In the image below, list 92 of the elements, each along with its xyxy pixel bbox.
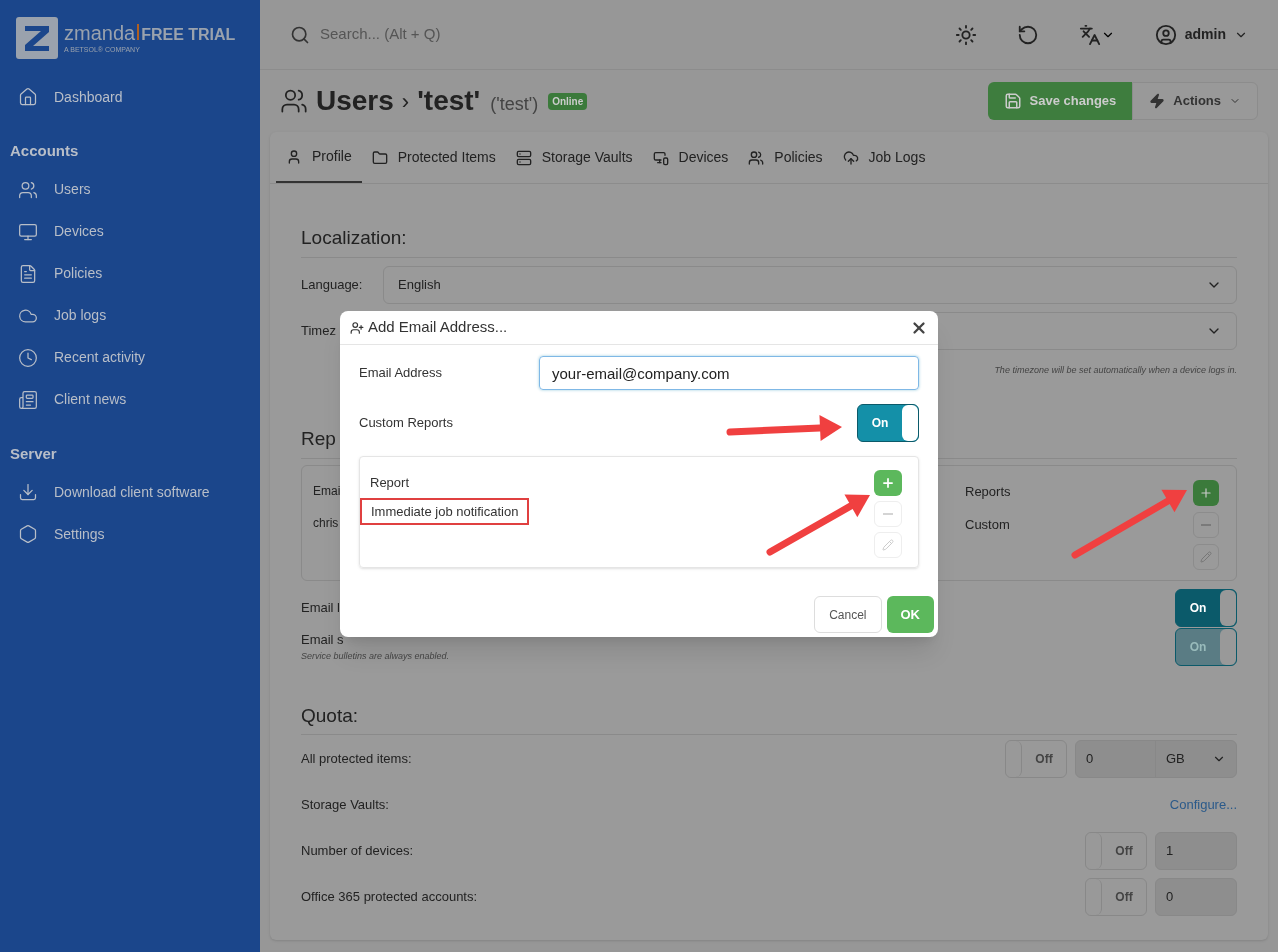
- refresh-icon[interactable]: [1016, 23, 1039, 46]
- nav-item[interactable]: Policies: [0, 252, 260, 295]
- folder-icon: [371, 149, 388, 166]
- tab[interactable]: Policies: [738, 132, 833, 183]
- home-icon: [18, 87, 38, 107]
- search-field[interactable]: Search... (Alt + Q): [320, 23, 620, 46]
- setting-label: Number of devices:: [301, 841, 413, 860]
- toggle-switch[interactable]: Off: [1085, 831, 1147, 870]
- toggle-switch[interactable]: On: [857, 404, 919, 442]
- user-name: 'test': [417, 84, 481, 118]
- status-badge: Online: [548, 92, 588, 110]
- document-icon: [18, 263, 38, 284]
- tab[interactable]: Devices: [642, 132, 739, 183]
- field-label: Email Address: [359, 364, 444, 383]
- section-heading: Rep: [301, 427, 336, 451]
- tab[interactable]: Protected Items: [361, 132, 506, 183]
- users-icon: [18, 179, 38, 200]
- tab[interactable]: Profile: [276, 132, 362, 183]
- tab[interactable]: Job Logs: [832, 132, 936, 183]
- plus-icon: [881, 476, 895, 490]
- devices-icon: [652, 149, 669, 166]
- hint-text: The timezone will be set automatically when a device logs in.: [994, 363, 1237, 377]
- person-icon: [286, 148, 302, 165]
- actions-button[interactable]: Actions: [1132, 82, 1258, 120]
- toggle-switch[interactable]: Off: [1085, 877, 1147, 916]
- setting-label: Office 365 protected accounts:: [301, 887, 478, 906]
- nav-item[interactable]: Devices: [0, 210, 260, 253]
- column-header: Reports: [965, 482, 1011, 501]
- field-label: Language:: [301, 276, 363, 292]
- column-header: Report: [370, 474, 410, 492]
- minus-icon: [883, 513, 893, 515]
- translate-icon: [1078, 23, 1101, 46]
- value-field[interactable]: 0: [1156, 878, 1236, 915]
- user-avatar-icon[interactable]: [1154, 23, 1177, 46]
- nav-item[interactable]: Settings: [0, 513, 260, 555]
- language-select[interactable]: English: [383, 265, 1237, 304]
- cloud-upload-icon: [842, 149, 859, 166]
- users-icon: [280, 87, 308, 115]
- column-header: Emai: [313, 482, 341, 500]
- monitor-icon: [18, 221, 38, 242]
- table-cell-text: chris: [313, 514, 339, 532]
- nav-item[interactable]: Users: [0, 168, 260, 211]
- download-icon: [18, 482, 38, 502]
- configure-link[interactable]: Configure...: [1169, 794, 1237, 815]
- news-icon: [18, 389, 38, 410]
- section-heading: Quota:: [301, 701, 1237, 735]
- cancel-button[interactable]: Cancel: [814, 596, 882, 633]
- people-icon: [748, 149, 765, 166]
- setting-label: Email s: [301, 631, 345, 649]
- setting-label: Storage Vaults:: [301, 795, 389, 814]
- settings-icon: [18, 524, 38, 544]
- brand-name: zmanda: [64, 23, 136, 43]
- save-button[interactable]: Save changes: [987, 82, 1133, 120]
- page-title: Users: [316, 84, 394, 118]
- breadcrumb-separator: ›: [401, 87, 410, 116]
- value-field[interactable]: 1: [1156, 832, 1236, 869]
- report-item[interactable]: Immediate job notification: [360, 497, 530, 525]
- user-alias: ('test'): [490, 92, 539, 116]
- email-field[interactable]: your-email@company.com: [539, 356, 919, 390]
- nav-item[interactable]: Client news: [0, 378, 260, 421]
- pencil-icon: [882, 539, 894, 551]
- minus-icon: [1201, 523, 1211, 526]
- setting-label: Email l: [301, 598, 340, 617]
- section-heading: Accounts: [9, 141, 80, 161]
- nav-item[interactable]: Job logs: [0, 294, 260, 337]
- nav-item[interactable]: Recent activity: [0, 336, 260, 379]
- tab[interactable]: Storage Vaults: [505, 132, 643, 183]
- clock-icon: [18, 347, 38, 368]
- user-menu[interactable]: admin: [1184, 24, 1226, 45]
- edition-label: FREE TRIAL: [141, 27, 236, 43]
- toggle-switch[interactable]: On: [1175, 588, 1237, 627]
- setting-label: All protected items:: [301, 749, 412, 768]
- plus-icon: [1199, 485, 1213, 500]
- toggle-switch[interactable]: Off: [1005, 739, 1067, 778]
- nav-item[interactable]: Dashboard: [0, 76, 260, 118]
- lightning-icon: [1149, 93, 1166, 109]
- hint-text: Service bulletins are always enabled.: [301, 649, 450, 663]
- field-label: Timez: [301, 322, 336, 338]
- field-label: Custom Reports: [359, 414, 453, 433]
- language-button[interactable]: [1078, 23, 1115, 46]
- user-add-icon: [350, 320, 364, 335]
- logo-icon: [16, 17, 58, 59]
- search-icon: [290, 24, 310, 45]
- section-heading: Localization:: [301, 224, 1237, 258]
- server-icon: [515, 149, 532, 166]
- save-icon: [1003, 92, 1022, 110]
- nav-item[interactable]: Download client software: [0, 471, 260, 513]
- section-heading: Server: [9, 443, 58, 464]
- table-cell-text: Custom: [965, 516, 1010, 534]
- pencil-icon: [1200, 550, 1212, 563]
- dialog-title: Add Email Address...: [368, 317, 509, 338]
- theme-icon[interactable]: [954, 23, 977, 46]
